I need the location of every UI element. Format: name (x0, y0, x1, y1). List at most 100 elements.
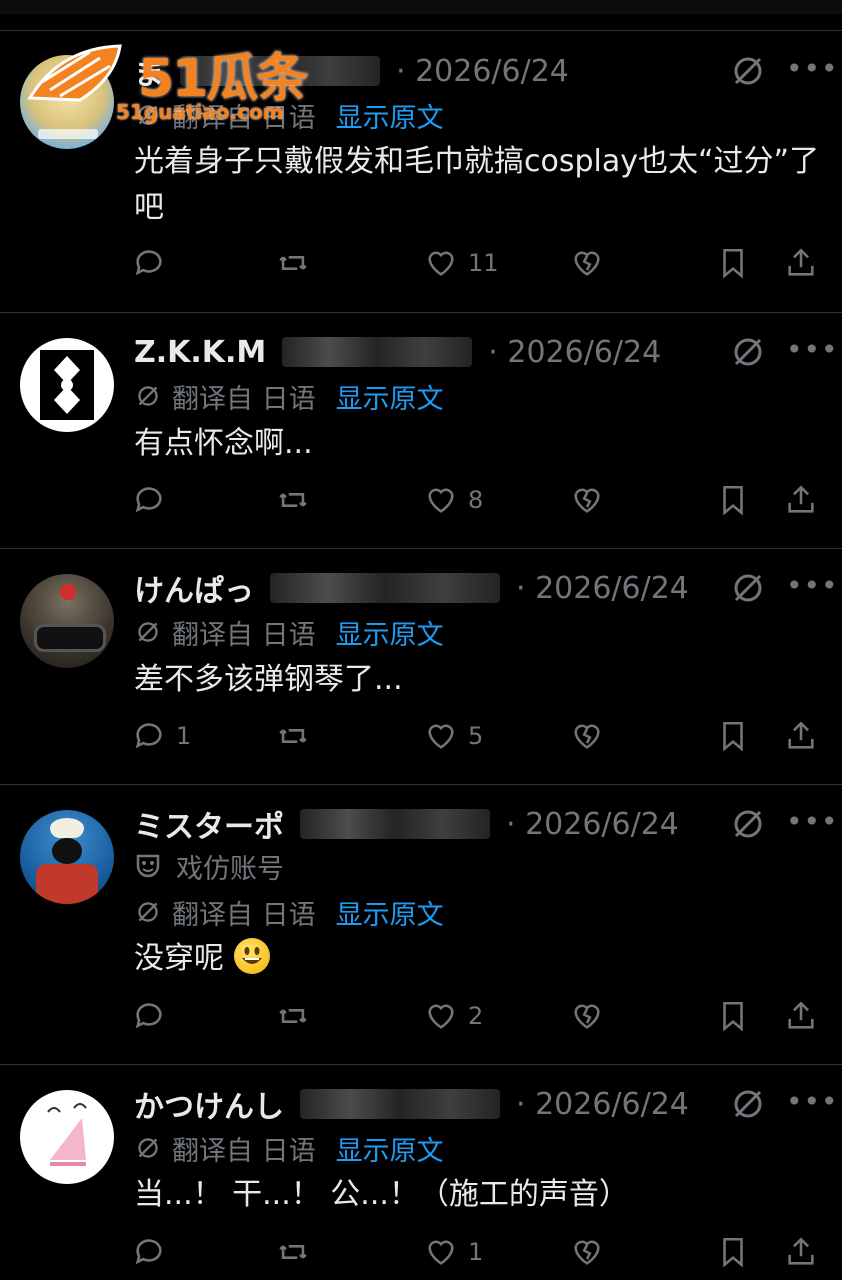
avatar[interactable] (20, 338, 114, 432)
more-options-icon[interactable]: ••• (786, 336, 838, 364)
post[interactable]: けんぱっ · 2026/6/24 ••• 翻译自 日语 显示原文 差不多该弹钢琴… (0, 548, 842, 785)
like-button[interactable]: 11 (424, 243, 499, 283)
share-icon (788, 721, 814, 749)
redacted-name (300, 1089, 500, 1119)
watermark: 51瓜条 51guatiao.com (20, 38, 330, 128)
bookmark-button[interactable] (716, 716, 750, 756)
retweet-icon (279, 1009, 307, 1023)
heart-icon (428, 724, 454, 749)
bookmark-button[interactable] (716, 1232, 750, 1272)
show-original-link[interactable]: 显示原文 (336, 613, 444, 652)
dislike-button[interactable] (570, 480, 604, 520)
parody-account-label: 戏仿账号 (176, 853, 284, 885)
translate-icon (138, 622, 158, 642)
reply-icon (135, 487, 162, 513)
retweet-icon (279, 1245, 307, 1259)
retweet-icon (279, 256, 307, 270)
like-button[interactable]: 8 (424, 480, 483, 520)
post[interactable]: かつけんし · 2026/6/24 ••• 翻译自 日语 显示原文 当...！ … (0, 1064, 842, 1280)
display-name[interactable]: けんぱっ (134, 568, 254, 608)
grok-icon[interactable] (730, 570, 766, 606)
like-count: 8 (468, 486, 484, 514)
post-text: 当...！ 干...！ 公...！（施工的声音） (134, 1177, 629, 1212)
broken-heart-icon (574, 724, 600, 749)
redacted-name (270, 573, 500, 603)
retweet-icon (279, 729, 307, 743)
share-button[interactable] (784, 1232, 818, 1272)
dislike-button[interactable] (570, 243, 604, 283)
display-name[interactable]: かつけんし (134, 1084, 284, 1124)
translated-from-label: 翻译自 日语 (172, 1135, 316, 1167)
grok-icon[interactable] (730, 334, 766, 370)
grok-icon[interactable] (730, 806, 766, 842)
more-options-icon[interactable]: ••• (786, 572, 838, 600)
post-date[interactable]: · 2026/6/24 (506, 807, 679, 842)
show-original-link[interactable]: 显示原文 (336, 96, 444, 135)
translate-icon (138, 386, 158, 406)
bookmark-button[interactable] (716, 243, 750, 283)
post-date[interactable]: · 2026/6/24 (516, 1087, 689, 1122)
like-button[interactable]: 2 (424, 996, 483, 1036)
action-bar: 11 (132, 243, 822, 283)
like-count: 5 (468, 722, 484, 750)
like-count: 2 (468, 1002, 484, 1030)
more-options-icon[interactable]: ••• (786, 55, 838, 83)
share-icon (788, 248, 814, 276)
more-options-icon[interactable]: ••• (786, 808, 838, 836)
retweet-button[interactable] (276, 480, 320, 520)
share-button[interactable] (784, 480, 818, 520)
grok-icon[interactable] (730, 1086, 766, 1122)
dislike-button[interactable] (570, 716, 604, 756)
dislike-button[interactable] (570, 1232, 604, 1272)
show-original-link[interactable]: 显示原文 (336, 1129, 444, 1168)
post-text: 光着身子只戴假发和毛巾就搞cosplay也太“过分”了吧 (134, 144, 820, 225)
more-options-icon[interactable]: ••• (786, 1088, 838, 1116)
post-date[interactable]: · 2026/6/24 (516, 571, 689, 606)
retweet-button[interactable] (276, 1232, 320, 1272)
action-bar: 8 (132, 480, 822, 520)
avatar[interactable] (20, 1090, 114, 1184)
share-button[interactable] (784, 996, 818, 1036)
smiley-emoji-icon (233, 938, 270, 974)
post[interactable]: Z.K.K.M · 2026/6/24 ••• 翻译自 日语 显示原文 有点怀念… (0, 312, 842, 549)
bookmark-icon (723, 721, 743, 752)
reply-button[interactable] (132, 480, 176, 520)
reply-icon (135, 723, 162, 749)
reply-button[interactable] (132, 1232, 176, 1272)
show-original-link[interactable]: 显示原文 (336, 893, 444, 932)
retweet-button[interactable] (276, 716, 320, 756)
translation-row: 翻译自 日语 显示原文 (134, 1129, 444, 1168)
translate-icon (138, 1138, 158, 1158)
display-name[interactable]: ミスターポ (134, 804, 284, 844)
bookmark-button[interactable] (716, 480, 750, 520)
grok-icon[interactable] (730, 53, 766, 89)
like-button[interactable]: 5 (424, 716, 483, 756)
reply-button[interactable] (132, 243, 176, 283)
share-button[interactable] (784, 243, 818, 283)
dislike-button[interactable] (570, 996, 604, 1036)
post[interactable]: ミスターポ · 2026/6/24 ••• 戏仿账号 翻译自 日语 显示原文 没… (0, 784, 842, 1065)
reply-button[interactable]: 1 (132, 716, 191, 756)
post-header: かつけんし · 2026/6/24 (134, 1084, 732, 1125)
bookmark-button[interactable] (716, 996, 750, 1036)
heart-icon (428, 1240, 454, 1265)
redacted-name (300, 809, 490, 839)
retweet-button[interactable] (276, 243, 320, 283)
share-button[interactable] (784, 716, 818, 756)
avatar[interactable] (20, 574, 114, 668)
like-button[interactable]: 1 (424, 1232, 483, 1272)
reply-button[interactable] (132, 996, 176, 1036)
like-count: 1 (468, 1238, 484, 1266)
show-original-link[interactable]: 显示原文 (336, 377, 444, 416)
avatar[interactable] (20, 810, 114, 904)
reply-icon (135, 1003, 162, 1029)
display-name[interactable]: Z.K.K.M (134, 335, 266, 370)
post-date[interactable]: · 2026/6/24 (396, 54, 569, 89)
translated-from-label: 翻译自 日语 (172, 383, 316, 415)
heart-icon (428, 1004, 454, 1029)
post-header: ミスターポ · 2026/6/24 (134, 804, 732, 845)
translation-row: 翻译自 日语 显示原文 (134, 893, 444, 932)
post-date[interactable]: · 2026/6/24 (488, 335, 661, 370)
retweet-button[interactable] (276, 996, 320, 1036)
action-bar: 1 5 (132, 716, 822, 756)
